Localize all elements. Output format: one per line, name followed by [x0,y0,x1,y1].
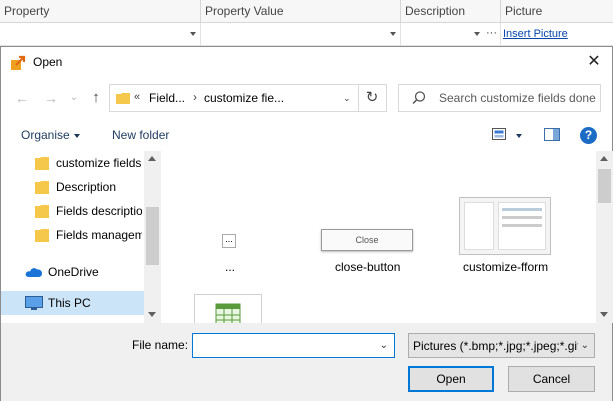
navigation-pane: customize fields Description Fields desc… [1,151,161,323]
file-name-label: File name: [132,338,189,352]
search-input[interactable]: Search customize fields done [439,91,596,105]
nav-item-folder[interactable]: customize fields [1,151,144,175]
file-item-label[interactable]: ... [225,260,235,274]
file-item-label[interactable]: close-button [335,260,400,274]
breadcrumb-separator[interactable]: › [193,90,197,104]
column-header-property[interactable]: Property [0,0,201,23]
nav-item-label: Fields management [56,228,142,242]
column-header-description[interactable]: Description [401,0,501,23]
breadcrumb-segment[interactable]: customize fie... [204,91,284,105]
chevron-down-icon[interactable] [190,32,196,36]
search-icon [412,91,426,105]
cell-property[interactable] [0,23,201,46]
preview-pane-icon[interactable] [544,128,560,141]
insert-picture-link[interactable]: Insert Picture [503,28,568,40]
app-icon [11,55,26,70]
scroll-up-icon[interactable] [600,156,608,161]
up-arrow-icon[interactable]: ↑ [87,89,105,107]
grid-header: Property Property Value Description Pict… [0,0,613,23]
file-item-label[interactable]: customize-fform [463,260,548,274]
nav-item-onedrive[interactable]: OneDrive [1,260,144,284]
address-bar[interactable]: « Field... › customize fie... ⌄ ↻ [109,84,387,112]
open-button[interactable]: Open [408,366,494,392]
file-type-select[interactable]: Pictures (*.bmp;*.jpg;*.jpeg;*.gif) ⌄ [408,333,595,358]
address-overflow[interactable]: « [134,91,140,103]
nav-item-label: customize fields [56,156,142,170]
nav-item-label: This PC [48,296,91,310]
command-bar: Organise New folder ? [1,123,612,149]
forward-arrow-icon[interactable]: → [42,89,60,107]
scroll-down-icon[interactable] [600,312,608,317]
change-view-icon[interactable] [492,128,506,140]
chevron-down-icon[interactable]: ⌄ [581,340,589,351]
help-icon[interactable]: ? [580,127,597,144]
navigation-scrollbar[interactable] [144,151,161,323]
nav-item-label: Description [56,180,117,194]
chevron-down-icon[interactable] [474,32,480,36]
back-arrow-icon[interactable]: ← [13,89,31,107]
search-box[interactable]: Search customize fields done [398,84,601,112]
file-list[interactable]: ... ... Close close-button customize-ffo… [162,151,596,323]
column-header-picture[interactable]: Picture [501,0,613,23]
spreadsheet-icon [215,303,241,323]
recent-locations-icon[interactable]: ⌄ [65,89,83,107]
nav-item-folder[interactable]: Description [1,175,144,199]
nav-item-label: Fields description [56,204,142,218]
file-name-field[interactable]: ⌄ [192,333,395,358]
file-type-value: Pictures (*.bmp;*.jpg;*.jpeg;*.gif) [413,339,578,353]
organise-button[interactable]: Organise [21,128,70,142]
column-header-property-value[interactable]: Property Value [201,0,401,23]
folder-icon [35,229,49,242]
scroll-down-icon[interactable] [148,312,156,317]
file-thumbnail[interactable] [459,197,551,255]
breadcrumb-segment[interactable]: Field... [149,91,185,105]
dialog-title: Open [33,55,63,69]
file-list-scrollbar[interactable] [596,151,613,323]
open-dialog: Open ✕ ← → ⌄ ↑ « Field... › customize fi… [0,46,613,401]
property-grid: Property Property Value Description Pict… [0,0,613,46]
file-thumbnail[interactable]: ... [222,234,236,248]
nav-item-folder[interactable]: Fields description [1,199,144,223]
cloud-icon [25,268,42,277]
refresh-icon[interactable]: ↻ [362,88,382,108]
folder-icon [35,157,49,170]
scrollbar-thumb[interactable] [146,207,159,265]
chevron-down-icon[interactable]: ⌄ [343,93,351,104]
nav-item-label: OneDrive [48,265,99,279]
nav-item-thispc[interactable]: This PC [1,291,144,315]
bottom-panel: File name: ⌄ Pictures (*.bmp;*.jpg;*.jpe… [1,323,612,401]
folder-icon [35,205,49,218]
scroll-up-icon[interactable] [148,156,156,161]
folder-icon [35,181,49,194]
chevron-down-icon[interactable] [74,134,80,138]
cancel-button[interactable]: Cancel [508,366,595,392]
folder-icon [116,93,130,104]
close-icon[interactable]: ✕ [584,52,604,72]
new-folder-button[interactable]: New folder [112,128,169,142]
nav-item-folder[interactable]: Fields management [1,223,144,247]
address-divider [358,85,359,111]
chevron-down-icon[interactable] [390,32,396,36]
navigation-bar: ← → ⌄ ↑ « Field... › customize fie... ⌄ … [1,81,612,115]
title-bar: Open ✕ [1,47,612,78]
ellipsis-button[interactable]: ··· [486,27,497,39]
cell-property-value[interactable] [201,23,401,46]
computer-icon [25,296,43,310]
scrollbar-thumb[interactable] [598,169,611,203]
file-thumbnail[interactable]: Close [321,229,413,251]
chevron-down-icon[interactable]: ⌄ [380,340,388,351]
file-thumbnail[interactable] [194,294,262,323]
chevron-down-icon[interactable] [516,134,522,138]
